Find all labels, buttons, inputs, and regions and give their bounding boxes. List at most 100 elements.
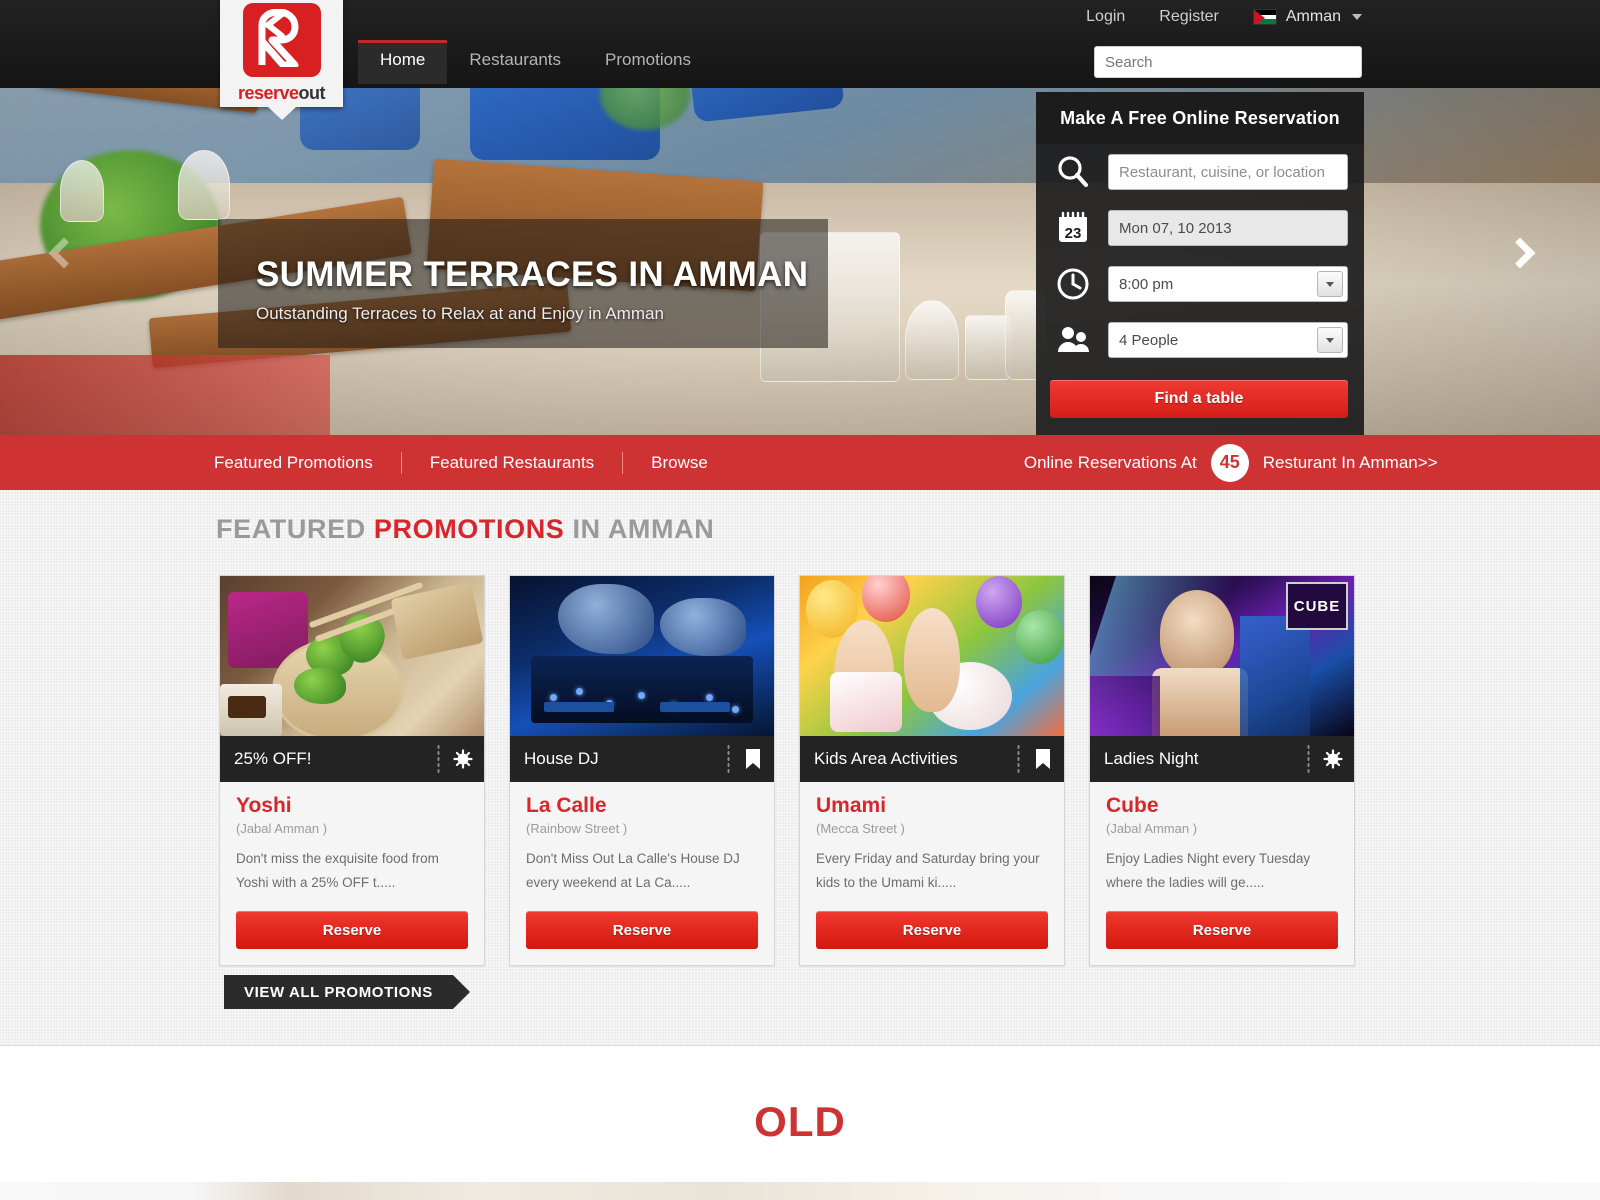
card-image: CUBE <box>1090 576 1354 736</box>
reserve-button[interactable]: Reserve <box>526 911 758 949</box>
section-title-post: IN AMMAN <box>564 514 715 544</box>
hero-subtitle: Outstanding Terraces to Relax at and Enj… <box>256 304 664 323</box>
kids-balloons-photo <box>800 576 1064 736</box>
card-body: Umami (Mecca Street ) Every Friday and S… <box>800 782 1064 897</box>
dj-mixer-photo <box>510 576 774 736</box>
sun-burst-icon[interactable] <box>1322 748 1344 770</box>
search-input[interactable] <box>1094 46 1362 78</box>
reservation-time-select[interactable]: 8:00 pm <box>1108 266 1348 302</box>
jordan-flag-icon <box>1252 9 1277 25</box>
red-nav-browse[interactable]: Browse <box>623 452 736 474</box>
card-description: Don't Miss Out La Calle's House DJ every… <box>526 851 740 890</box>
card-location: (Rainbow Street ) <box>526 821 628 836</box>
restaurant-count-badge: 45 <box>1210 443 1249 482</box>
sun-burst-icon[interactable] <box>452 748 474 770</box>
calendar-day-number: 23 <box>1065 225 1082 242</box>
calendar-icon: 23 <box>1050 206 1096 250</box>
reservation-restaurant-input[interactable]: Restaurant, cuisine, or location <box>1108 154 1348 190</box>
reservation-party-select[interactable]: 4 People <box>1108 322 1348 358</box>
main-nav: Home Restaurants Promotions <box>358 40 713 88</box>
stat-suffix-text: Resturant In Amman>> <box>1262 452 1438 472</box>
hero-title: SUMMER TERRACES IN AMMAN <box>256 255 809 294</box>
section-title-highlight: PROMOTIONS <box>373 514 565 544</box>
logo-word-out: out <box>298 83 326 103</box>
comparison-label-bar: OLD <box>0 1062 1600 1182</box>
find-a-table-button[interactable]: Find a table <box>1050 380 1348 418</box>
chevron-down-icon[interactable] <box>1317 327 1343 353</box>
card-body: Cube (Jabal Amman ) Enjoy Ladies Night e… <box>1090 782 1354 897</box>
carousel-prev-button[interactable] <box>42 222 86 284</box>
card-restaurant-name[interactable]: La Calle <box>526 794 758 818</box>
reservation-time-row: 8:00 pm <box>1036 256 1364 312</box>
featured-promotions-section: FEATURED PROMOTIONS IN AMMAN 25% OFF! Yo… <box>0 490 1600 1045</box>
promotion-card[interactable]: House DJ La Calle (Rainbow Street ) Don'… <box>509 575 775 966</box>
chevron-right-icon <box>1504 237 1536 269</box>
magnifier-icon <box>1050 150 1096 194</box>
bookmark-icon[interactable] <box>1032 748 1054 770</box>
section-title-pre: FEATURED <box>216 514 374 544</box>
login-link[interactable]: Login <box>1086 8 1125 26</box>
section-divider <box>0 1045 1600 1062</box>
card-description: Enjoy Ladies Night every Tuesday where t… <box>1106 851 1311 890</box>
card-location: (Mecca Street ) <box>816 821 905 836</box>
nav-tab-restaurants[interactable]: Restaurants <box>447 40 583 84</box>
card-image <box>510 576 774 736</box>
section-title: FEATURED PROMOTIONS IN AMMAN <box>216 514 714 545</box>
reservation-date-input[interactable]: Mon 07, 10 2013 <box>1108 210 1348 246</box>
reservations-stat[interactable]: Online Reservations At 45 Resturant In A… <box>1024 443 1438 482</box>
divider-dots <box>437 744 440 774</box>
logo-word-reserve: reserve <box>237 83 299 103</box>
chevron-down-icon <box>1352 14 1362 20</box>
nav-tab-promotions[interactable]: Promotions <box>583 40 713 84</box>
city-selector[interactable]: Amman <box>1252 8 1362 26</box>
card-body: Yoshi (Jabal Amman ) Don't miss the exqu… <box>220 782 484 897</box>
card-restaurant-name[interactable]: Cube <box>1106 794 1338 818</box>
view-all-promotions-button[interactable]: VIEW ALL PROMOTIONS <box>224 975 470 1009</box>
reserve-button[interactable]: Reserve <box>1106 911 1338 949</box>
clock-icon <box>1050 262 1096 306</box>
card-promo-label: Kids Area Activities <box>814 749 958 768</box>
card-promo-strip: Kids Area Activities <box>800 736 1064 782</box>
utility-nav: Login Register Amman <box>1086 8 1362 26</box>
promotion-cards: 25% OFF! Yoshi (Jabal Amman) Don't miss… <box>219 575 1355 966</box>
card-body: La Calle (Rainbow Street ) Don't Miss Ou… <box>510 782 774 897</box>
reserve-button[interactable]: Reserve <box>816 911 1048 949</box>
site-logo[interactable]: reserveout <box>220 0 343 120</box>
promotion-card[interactable]: Kids Area Activities Umami (Mecca Street… <box>799 575 1065 966</box>
promotion-card[interactable]: 25% OFF! Yoshi (Jabal Amman) Don't miss… <box>219 575 485 966</box>
cube-logo-text: CUBE <box>1293 597 1341 615</box>
reservation-party-value: 4 People <box>1119 331 1179 349</box>
city-label: Amman <box>1285 8 1341 25</box>
card-restaurant-name[interactable]: Yoshi <box>236 794 468 818</box>
divider-dots <box>1307 744 1310 774</box>
card-location: (Jabal Amman ) <box>236 821 328 836</box>
reserveout-logo-icon <box>242 3 321 77</box>
red-nav-featured-promotions[interactable]: Featured Promotions <box>214 451 402 474</box>
card-image <box>800 576 1064 736</box>
nightclub-photo: CUBE <box>1090 576 1354 736</box>
hero-caption: SUMMER TERRACES IN AMMAN Outstanding Ter… <box>218 219 828 348</box>
carousel-next-button[interactable] <box>1498 222 1542 284</box>
reservation-widget-title: Make A Free Online Reservation <box>1036 92 1364 144</box>
chevron-down-icon[interactable] <box>1317 271 1343 297</box>
old-label: OLD <box>754 1098 846 1145</box>
search-container <box>1094 46 1362 78</box>
logo-wordmark: reserveout <box>237 83 326 104</box>
reserve-button[interactable]: Reserve <box>236 911 468 949</box>
red-nav-featured-restaurants[interactable]: Featured Restaurants <box>402 451 624 474</box>
card-promo-label: Ladies Night <box>1104 749 1199 768</box>
card-promo-strip: Ladies Night <box>1090 736 1354 782</box>
people-icon <box>1050 318 1096 362</box>
card-promo-strip: 25% OFF! <box>220 736 484 782</box>
card-promo-strip: House DJ <box>510 736 774 782</box>
card-restaurant-name[interactable]: Umami <box>816 794 1048 818</box>
reservation-party-row: 4 People <box>1036 312 1364 368</box>
nav-tab-home[interactable]: Home <box>358 40 448 84</box>
register-link[interactable]: Register <box>1159 8 1219 26</box>
bookmark-icon[interactable] <box>742 748 764 770</box>
divider-dots <box>727 744 730 774</box>
next-screenshot-peek <box>0 1182 1600 1200</box>
card-location: (Jabal Amman ) <box>1106 821 1198 836</box>
promotion-card[interactable]: CUBE Ladies Night Cube (Jabal Amman) En… <box>1089 575 1355 966</box>
reservation-time-value: 8:00 pm <box>1119 275 1174 293</box>
